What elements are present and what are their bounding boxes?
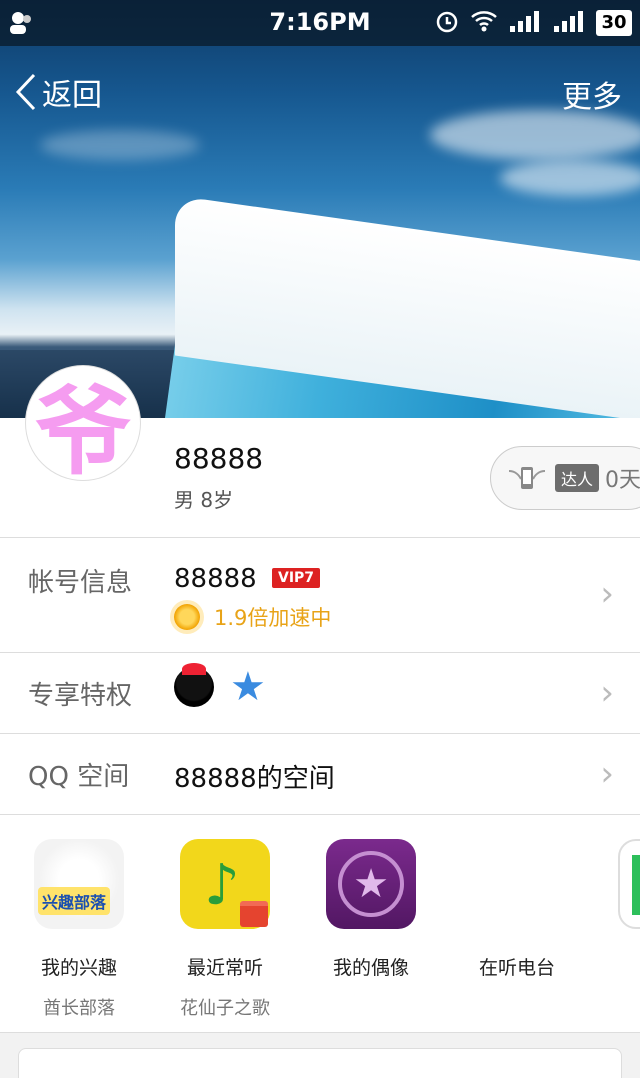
signal-icon-2 (552, 8, 586, 38)
app-subtitle: 花仙子之歌 (180, 998, 270, 1019)
account-number: 88888 (174, 564, 257, 594)
signal-icon-1 (508, 8, 542, 38)
more-button[interactable]: 更多 (562, 72, 622, 116)
battery-indicator: 30 (596, 10, 632, 36)
wifi-icon (470, 8, 498, 38)
partial-app-icon (618, 839, 640, 929)
app-title: 最近常听 (186, 957, 263, 979)
winged-phone-icon (508, 467, 546, 489)
star-icon: ★ (230, 664, 266, 710)
cloud (40, 130, 200, 160)
status-bar: 7:16PM 30 (0, 0, 640, 46)
music-note-icon: ♪ (180, 839, 270, 929)
account-info-row[interactable]: 帐号信息 88888 VIP7 1.9倍加速中 › (0, 538, 640, 653)
app-recently-played[interactable]: ♪ 最近常听 花仙子之歌 (152, 839, 298, 1020)
privileges-label: 专享特权 (28, 681, 133, 711)
app-subtitle: 酋长部落 (43, 998, 115, 1019)
daren-days: 0天 (605, 468, 640, 493)
qzone-label: QQ 空间 (28, 762, 130, 792)
interest-tribe-icon: 兴趣部落 (34, 839, 124, 929)
top-nav: 返回 更多 (0, 64, 640, 124)
app-my-interest[interactable]: 兴趣部落 我的兴趣 酋长部落 (6, 839, 152, 1020)
profile-gender-age: 男 8岁 (174, 488, 234, 512)
gift-icon (240, 901, 268, 927)
app-my-idol[interactable]: ★ 我的偶像 (298, 839, 444, 994)
daren-badge[interactable]: 达人 0天 (490, 446, 640, 510)
app-shortcuts: 兴趣部落 我的兴趣 酋长部落 ♪ 最近常听 花仙子之歌 ★ 我的偶像 在听电台 … (0, 815, 640, 1033)
chevron-right-icon: › (600, 673, 614, 713)
avatar[interactable]: 爷 (26, 366, 140, 488)
back-label: 返回 (42, 78, 102, 113)
back-button[interactable]: 返回 (14, 70, 102, 114)
interest-tribe-logo-text: 兴趣部落 (38, 887, 111, 915)
app-subtitle: NC (590, 994, 640, 1015)
qzone-row[interactable]: QQ 空间 88888的空间 › (0, 734, 640, 815)
speed-text: 1.9倍加速中 (214, 606, 332, 630)
cloud (500, 160, 640, 196)
chevron-right-icon: › (600, 754, 614, 794)
privilege-icons: ★ (174, 663, 266, 710)
bottom-card[interactable] (18, 1048, 622, 1078)
vip-badge: VIP7 (272, 568, 321, 588)
account-info-label: 帐号信息 (28, 568, 133, 598)
chevron-right-icon: › (600, 574, 614, 614)
profile-card: 爷 88888 男 8岁 达人 0天 (0, 366, 640, 538)
profile-name: 88888 (174, 442, 264, 475)
status-icons: 30 (434, 8, 632, 38)
qzone-name: 88888的空间 (174, 764, 335, 794)
app-partial[interactable]: 在 NC (590, 839, 640, 1015)
idol-star-icon: ★ (326, 839, 416, 929)
app-title: 在听电台 (478, 957, 555, 979)
app-title: 在 (590, 953, 640, 980)
alarm-icon (434, 8, 460, 38)
chevron-left-icon (15, 73, 36, 111)
speed-status: 1.9倍加速中 (174, 602, 331, 632)
daren-label: 达人 (555, 464, 600, 492)
app-title: 我的偶像 (332, 957, 409, 979)
radio-icon (472, 839, 562, 929)
app-title: 我的兴趣 (40, 957, 117, 979)
qq-penguin-icon (174, 663, 214, 707)
app-radio[interactable]: 在听电台 (444, 839, 590, 994)
privileges-row[interactable]: 专享特权 ★ › (0, 653, 640, 734)
sun-icon (174, 604, 200, 630)
